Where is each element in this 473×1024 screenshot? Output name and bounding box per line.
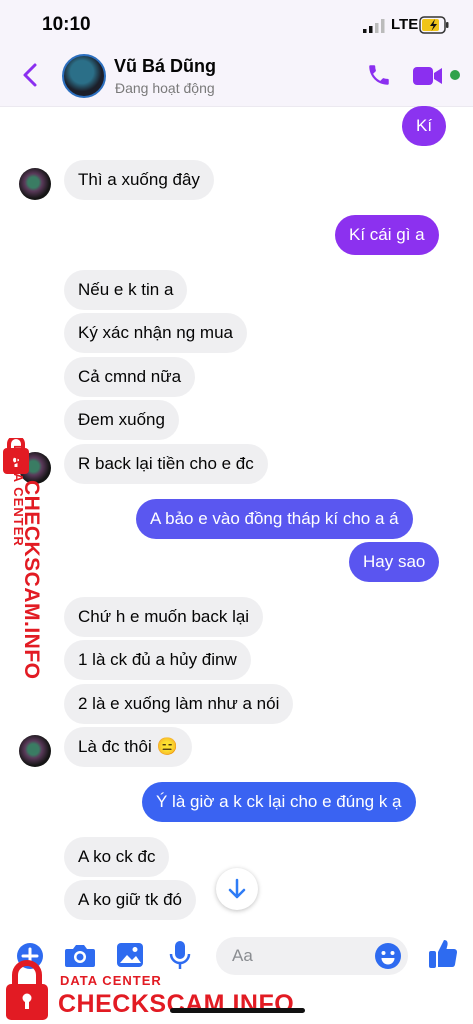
phone-icon[interactable] (366, 62, 392, 88)
message-bubble-incoming[interactable]: Là đc thôi 😑 (64, 727, 192, 767)
signal-icon (363, 19, 385, 33)
contact-avatar[interactable] (62, 54, 106, 98)
message-bubble-incoming[interactable]: Đem xuống (64, 400, 179, 440)
scroll-to-bottom-button[interactable] (216, 868, 258, 910)
message-bubble-incoming[interactable]: Thì a xuống đây (64, 160, 214, 200)
back-chevron-icon[interactable] (20, 60, 40, 90)
message-bubble-incoming[interactable]: R back lại tiền cho e đc (64, 444, 268, 484)
emoji-icon[interactable] (374, 942, 402, 970)
microphone-icon[interactable] (169, 940, 191, 970)
contact-name[interactable]: Vũ Bá Dũng (114, 56, 216, 77)
lock-icon (6, 960, 48, 1020)
network-label: LTE (391, 16, 419, 33)
message-bubble-incoming[interactable]: A ko giữ tk đó (64, 880, 196, 920)
status-time: 10:10 (42, 14, 91, 35)
sender-avatar (19, 735, 51, 767)
message-bubble-outgoing[interactable]: Kí (402, 106, 447, 146)
status-bar: 10:10 LTE (0, 0, 473, 52)
message-bubble-outgoing[interactable]: Ý là giờ a k ck lại cho e đúng k ạ (142, 782, 416, 822)
message-input-placeholder: Aa (232, 946, 253, 965)
message-bubble-incoming[interactable]: A ko ck đc (64, 837, 170, 877)
camera-icon[interactable] (64, 941, 96, 969)
message-bubble-incoming[interactable]: Chứ h e muốn back lại (64, 597, 264, 637)
message-bubble-incoming[interactable]: Cả cmnd nữa (64, 357, 196, 397)
watermark-brand: CHECKSCAM.INFO (20, 480, 43, 680)
contact-status: Đang hoạt động (115, 80, 215, 96)
sender-avatar (19, 168, 51, 200)
image-icon[interactable] (116, 942, 144, 968)
message-bubble-outgoing[interactable]: A bảo e vào đồng tháp kí cho a á (136, 499, 413, 539)
thumbs-up-icon[interactable] (428, 938, 458, 970)
message-bubble-incoming[interactable]: Nếu e k tin a (64, 270, 188, 310)
message-bubble-incoming[interactable]: 1 là ck đủ a hủy đinw (64, 640, 251, 680)
message-bubble-outgoing[interactable]: Kí cái gì a (335, 215, 439, 255)
message-bubble-incoming[interactable]: 2 là e xuống làm như a nói (64, 684, 294, 724)
scroll-down-arrow-icon (228, 878, 246, 899)
online-indicator (450, 70, 460, 80)
home-indicator (170, 1008, 305, 1013)
video-camera-icon[interactable] (412, 65, 444, 87)
watermark-brand: CHECKSCAM.INFO (58, 990, 295, 1018)
message-bubble-incoming[interactable]: Ký xác nhận ng mua (64, 313, 247, 353)
message-bubble-outgoing[interactable]: Hay sao (349, 542, 440, 582)
battery-icon (419, 16, 449, 34)
watermark-title: DATA CENTER (60, 973, 162, 988)
chat-header: Vũ Bá Dũng Đang hoạt động (0, 52, 473, 107)
